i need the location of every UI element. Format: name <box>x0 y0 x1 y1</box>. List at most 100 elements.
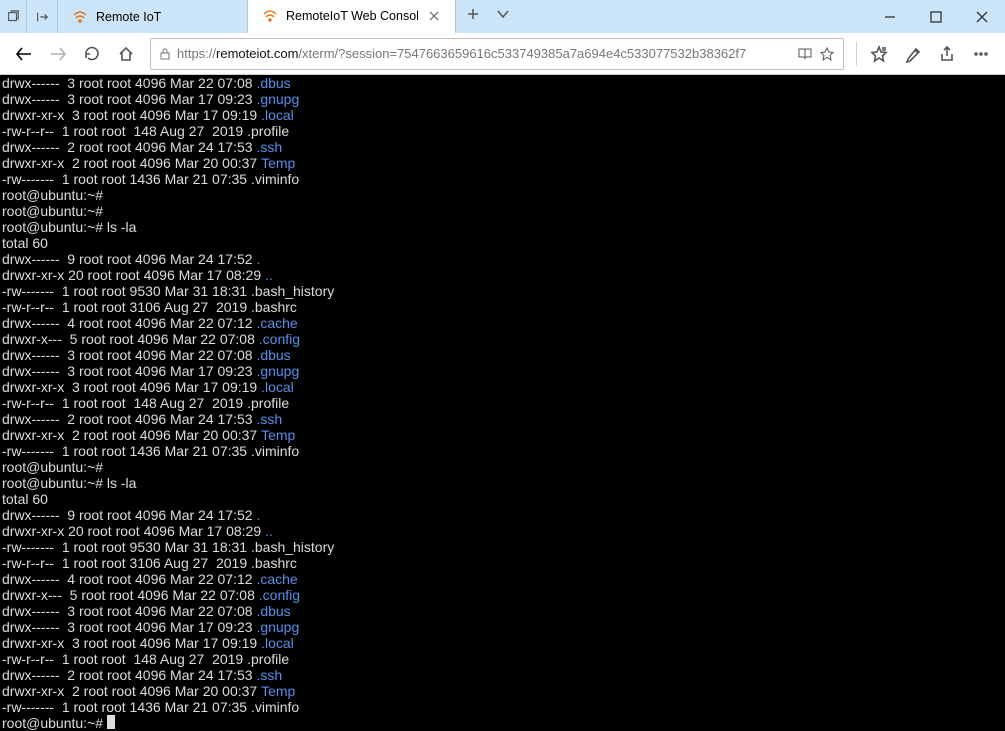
file-name: .bashrc <box>251 555 297 571</box>
ls-row: drwx------ 9 root root 4096 Mar 24 17:52… <box>2 251 1003 267</box>
dir-name: . <box>256 507 260 523</box>
close-icon[interactable] <box>427 9 441 23</box>
ls-row: drwxr-xr-x 3 root root 4096 Mar 17 09:19… <box>2 635 1003 651</box>
file-name: .profile <box>247 395 289 411</box>
dir-name: .ssh <box>256 411 282 427</box>
dir-name: Temp <box>261 155 295 171</box>
dir-name: .ssh <box>256 667 282 683</box>
prompt-line: root@ubuntu:~# ls -la <box>2 475 1003 491</box>
dir-name: Temp <box>261 427 295 443</box>
ls-row: -rw------- 1 root root 9530 Mar 31 18:31… <box>2 539 1003 555</box>
tab-label: Remote IoT <box>96 10 233 24</box>
ls-row: drwx------ 2 root root 4096 Mar 24 17:53… <box>2 139 1003 155</box>
dir-name: .gnupg <box>256 619 299 635</box>
cursor <box>107 715 115 729</box>
ls-row: drwx------ 3 root root 4096 Mar 17 09:23… <box>2 91 1003 107</box>
dir-name: .cache <box>256 571 297 587</box>
maximize-button[interactable] <box>913 0 959 33</box>
arrow-right-icon <box>35 10 49 24</box>
back-button[interactable] <box>8 38 40 70</box>
terminal-output[interactable]: drwx------ 3 root root 4096 Mar 22 07:08… <box>0 75 1005 731</box>
total-line: total 60 <box>2 235 1003 251</box>
file-name: .viminfo <box>251 443 299 459</box>
tab-label: RemoteIoT Web Consol <box>286 9 419 23</box>
dir-name: .. <box>265 267 273 283</box>
dir-name: . <box>256 251 260 267</box>
window-controls <box>867 0 1005 33</box>
dir-name: .cache <box>256 315 297 331</box>
dir-name: .dbus <box>256 347 290 363</box>
dir-name: .gnupg <box>256 363 299 379</box>
ls-row: -rw-r--r-- 1 root root 148 Aug 27 2019 .… <box>2 395 1003 411</box>
ls-row: drwx------ 2 root root 4096 Mar 24 17:53… <box>2 411 1003 427</box>
share-button[interactable] <box>931 38 963 70</box>
tab-remote-iot[interactable]: Remote IoT <box>58 0 248 33</box>
more-button[interactable] <box>965 38 997 70</box>
ls-row: -rw------- 1 root root 1436 Mar 21 07:35… <box>2 171 1003 187</box>
notes-button[interactable] <box>897 38 929 70</box>
ls-row: drwxr-xr-x 20 root root 4096 Mar 17 08:2… <box>2 267 1003 283</box>
ls-row: drwx------ 9 root root 4096 Mar 24 17:52… <box>2 507 1003 523</box>
file-name: .bashrc <box>251 299 297 315</box>
url-input[interactable]: https://remoteiot.com/xterm/?session=754… <box>150 38 844 70</box>
file-name: .bash_history <box>251 539 334 555</box>
ls-row: drwx------ 3 root root 4096 Mar 17 09:23… <box>2 363 1003 379</box>
ls-row: drwx------ 2 root root 4096 Mar 24 17:53… <box>2 667 1003 683</box>
tab-overflow-button[interactable] <box>0 0 27 33</box>
tab-web-console[interactable]: RemoteIoT Web Consol <box>248 0 456 34</box>
reading-view-icon[interactable] <box>797 46 813 62</box>
ls-row: -rw------- 1 root root 1436 Mar 21 07:35… <box>2 443 1003 459</box>
ls-row: drwx------ 4 root root 4096 Mar 22 07:12… <box>2 315 1003 331</box>
ls-row: drwx------ 3 root root 4096 Mar 22 07:08… <box>2 603 1003 619</box>
ls-row: drwx------ 3 root root 4096 Mar 17 09:23… <box>2 619 1003 635</box>
file-name: .viminfo <box>251 699 299 715</box>
ls-row: drwx------ 4 root root 4096 Mar 22 07:12… <box>2 571 1003 587</box>
ls-row: drwxr-x--- 5 root root 4096 Mar 22 07:08… <box>2 587 1003 603</box>
dir-name: .config <box>259 331 300 347</box>
ls-row: -rw-r--r-- 1 root root 3106 Aug 27 2019 … <box>2 555 1003 571</box>
wifi-icon <box>72 9 88 25</box>
forward-button[interactable] <box>42 38 74 70</box>
refresh-button[interactable] <box>76 38 108 70</box>
ls-row: drwxr-xr-x 2 root root 4096 Mar 20 00:37… <box>2 155 1003 171</box>
minimize-button[interactable] <box>867 0 913 33</box>
dir-name: Temp <box>261 683 295 699</box>
ls-row: -rw------- 1 root root 9530 Mar 31 18:31… <box>2 283 1003 299</box>
ls-row: -rw-r--r-- 1 root root 3106 Aug 27 2019 … <box>2 299 1003 315</box>
prompt-line: root@ubuntu:~# <box>2 715 1003 731</box>
dir-name: .ssh <box>256 139 282 155</box>
ls-row: -rw-r--r-- 1 root root 148 Aug 27 2019 .… <box>2 651 1003 667</box>
close-window-button[interactable] <box>959 0 1005 33</box>
prompt-line: root@ubuntu:~# <box>2 459 1003 475</box>
ls-row: drwxr-xr-x 20 root root 4096 Mar 17 08:2… <box>2 523 1003 539</box>
set-aside-button[interactable] <box>27 0 58 33</box>
favorite-icon[interactable] <box>819 46 835 62</box>
tabs-icon <box>6 10 20 24</box>
ls-row: drwxr-xr-x 3 root root 4096 Mar 17 09:19… <box>2 379 1003 395</box>
ls-row: drwxr-xr-x 2 root root 4096 Mar 20 00:37… <box>2 427 1003 443</box>
prompt-line: root@ubuntu:~# <box>2 187 1003 203</box>
ls-row: drwxr-x--- 5 root root 4096 Mar 22 07:08… <box>2 331 1003 347</box>
home-button[interactable] <box>110 38 142 70</box>
dir-name: .dbus <box>256 603 290 619</box>
tab-menu-button[interactable] <box>496 7 510 26</box>
ls-row: drwxr-xr-x 3 root root 4096 Mar 17 09:19… <box>2 107 1003 123</box>
favorites-button[interactable] <box>863 38 895 70</box>
prompt-line: root@ubuntu:~# ls -la <box>2 219 1003 235</box>
file-name: .viminfo <box>251 171 299 187</box>
file-name: .profile <box>247 651 289 667</box>
dir-name: .local <box>261 107 294 123</box>
dir-name: .dbus <box>256 75 290 91</box>
lock-icon <box>159 48 171 60</box>
ls-row: drwxr-xr-x 2 root root 4096 Mar 20 00:37… <box>2 683 1003 699</box>
dir-name: .local <box>261 635 294 651</box>
ls-row: drwx------ 3 root root 4096 Mar 22 07:08… <box>2 75 1003 91</box>
ls-row: -rw------- 1 root root 1436 Mar 21 07:35… <box>2 699 1003 715</box>
ls-row: -rw-r--r-- 1 root root 148 Aug 27 2019 .… <box>2 123 1003 139</box>
wifi-icon <box>262 8 278 24</box>
new-tab-button[interactable] <box>466 7 480 26</box>
dir-name: .local <box>261 379 294 395</box>
ls-row: drwx------ 3 root root 4096 Mar 22 07:08… <box>2 347 1003 363</box>
dir-name: .config <box>259 587 300 603</box>
title-bar: Remote IoT RemoteIoT Web Consol <box>0 0 1005 33</box>
